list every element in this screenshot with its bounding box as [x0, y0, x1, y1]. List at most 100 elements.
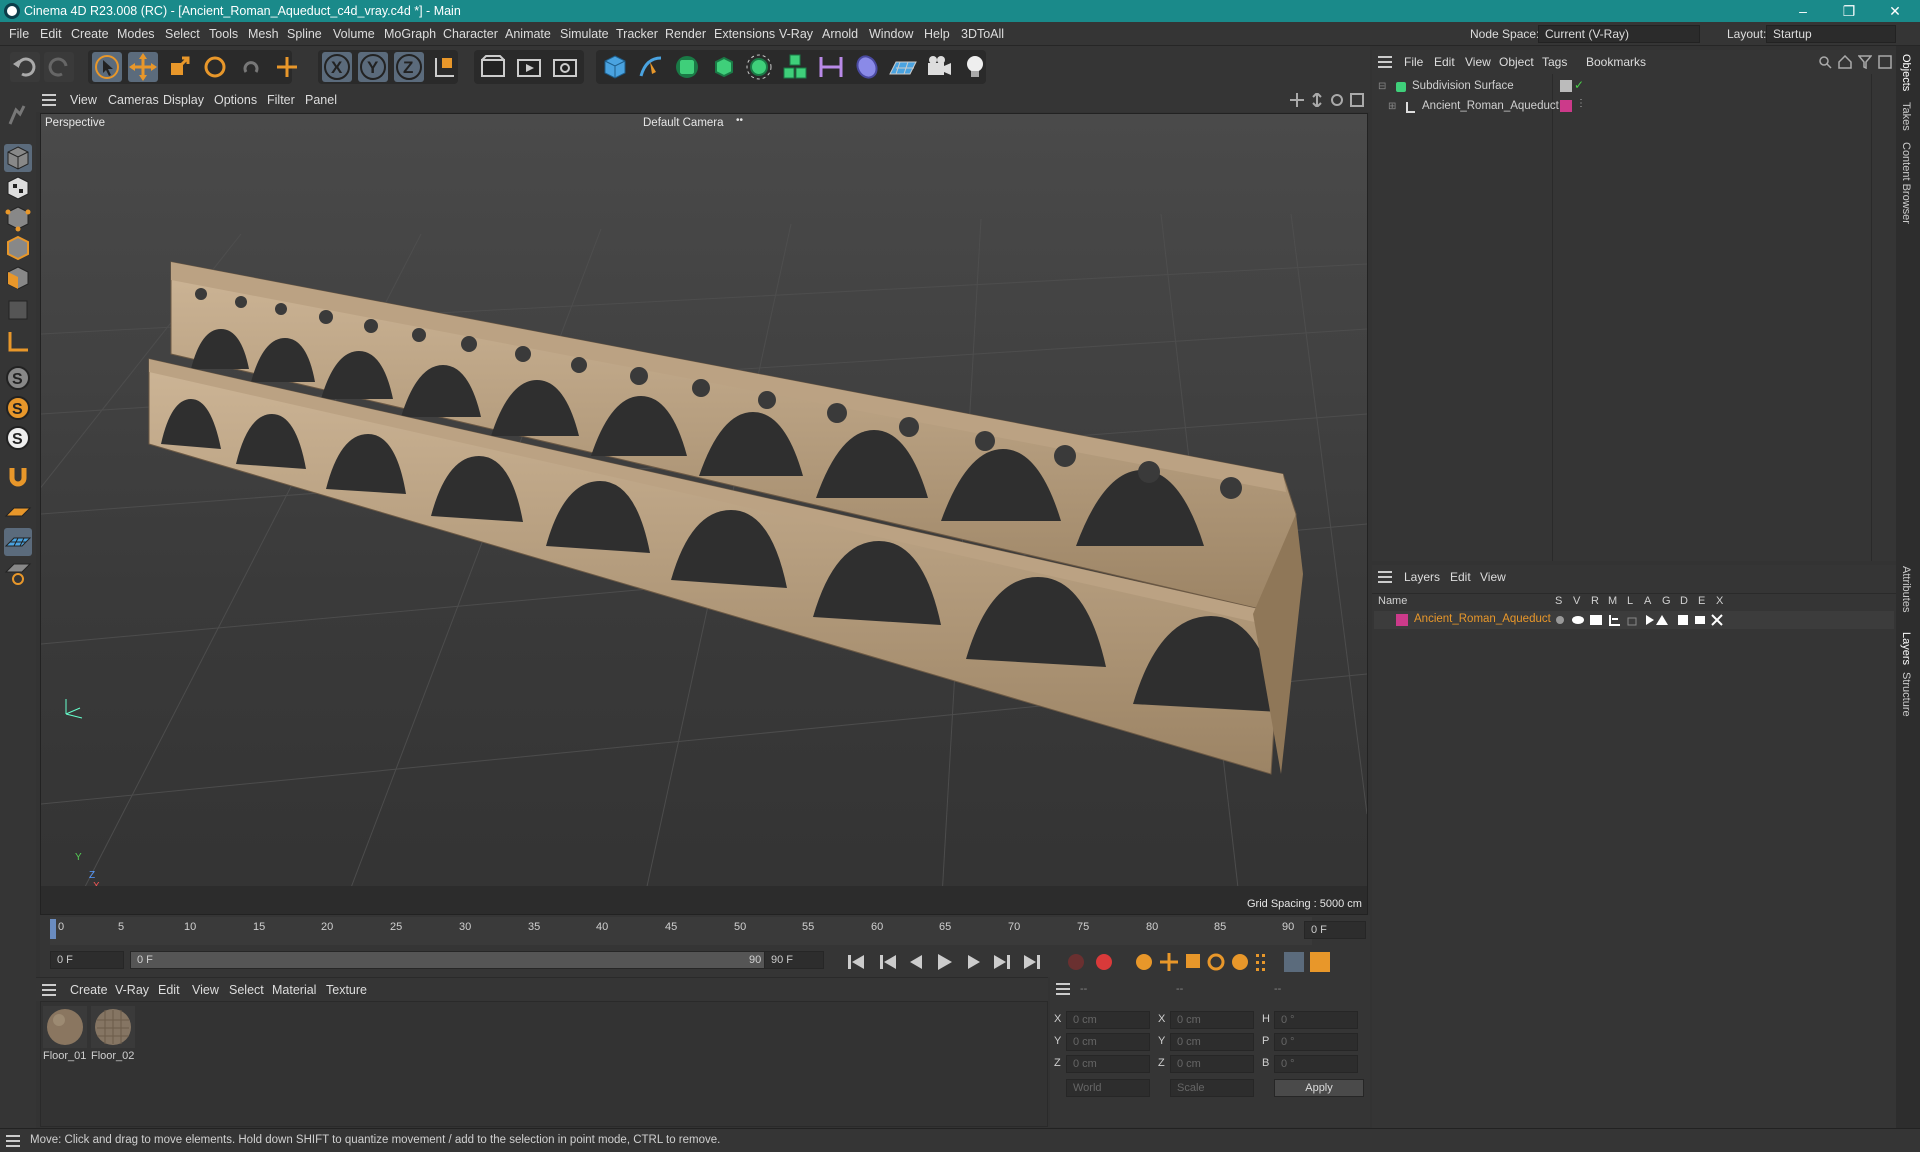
menu-create[interactable]: Create [71, 27, 109, 41]
rotation-p-field[interactable]: 0 ° [1274, 1033, 1358, 1051]
objects-menu-tags[interactable]: Tags [1542, 55, 1567, 69]
layers-menu-edit[interactable]: Edit [1450, 570, 1471, 584]
scale-key-icon[interactable] [1186, 954, 1200, 968]
field-icon[interactable] [852, 52, 882, 82]
undo-icon[interactable] [10, 52, 40, 82]
rotation-b-field[interactable]: 0 ° [1274, 1055, 1358, 1073]
rotate-tool-icon[interactable] [200, 52, 230, 82]
x-axis-icon[interactable]: X [322, 52, 352, 82]
objects-menu-view[interactable]: View [1465, 55, 1491, 69]
status-hamburger-icon[interactable] [6, 1135, 20, 1150]
size-mode-dropdown[interactable]: Scale [1170, 1079, 1254, 1097]
solo-icon[interactable]: S [4, 364, 32, 392]
pen-spline-icon[interactable] [636, 52, 666, 82]
objects-menu-object[interactable]: Object [1499, 55, 1534, 69]
flag-locked[interactable]: L [1627, 595, 1633, 607]
select-tool-icon[interactable] [92, 52, 122, 82]
record-icon[interactable] [1068, 954, 1084, 970]
menu-edit[interactable]: Edit [40, 27, 62, 41]
layers-hamburger-icon[interactable] [1378, 571, 1392, 586]
previous-frame-icon[interactable] [910, 955, 922, 969]
planar-workplane-icon[interactable] [4, 558, 32, 586]
move-tool-icon[interactable] [128, 52, 158, 82]
node-space-dropdown[interactable]: Current (V-Ray) [1538, 25, 1700, 43]
snap-magnet-icon[interactable] [4, 462, 32, 490]
viewport-camera-label[interactable]: Default Camera [643, 117, 724, 129]
deformer-icon[interactable] [816, 52, 846, 82]
y-axis-icon[interactable]: Y [358, 52, 388, 82]
timeline-window-icon[interactable] [1310, 952, 1330, 972]
tab-objects[interactable]: Objects [1900, 54, 1912, 91]
tab-attributes[interactable]: Attributes [1900, 566, 1912, 612]
3d-viewport[interactable]: Perspective Default Camera •• Y Z X Grid… [40, 113, 1368, 915]
material-menu-texture[interactable]: Texture [326, 983, 367, 997]
viewport-hamburger-icon[interactable] [42, 94, 56, 109]
coords-hamburger-icon[interactable] [1056, 983, 1070, 998]
material-menu-create[interactable]: Create [70, 983, 108, 997]
viewport-pan-icon[interactable] [1290, 93, 1304, 110]
layer-color-swatch[interactable] [1396, 614, 1408, 626]
next-frame-icon[interactable] [968, 955, 980, 969]
flag-animation[interactable]: A [1644, 595, 1651, 607]
viewport-rotate-icon[interactable] [1330, 93, 1344, 110]
point-level-animation-icon[interactable] [1256, 954, 1265, 971]
flag-xrefs[interactable]: X [1716, 595, 1723, 607]
menu-help[interactable]: Help [924, 27, 950, 41]
go-to-start-icon[interactable] [848, 955, 864, 969]
menu-spline[interactable]: Spline [287, 27, 322, 41]
motion-system-icon[interactable] [1284, 952, 1304, 972]
object-row[interactable]: ⊞ Ancient_Roman_Aqueduct ⋮ [1376, 98, 1896, 116]
menu-3dtoall[interactable]: 3DToAll [961, 27, 1004, 41]
layers-menu-view[interactable]: View [1480, 570, 1506, 584]
flag-solo[interactable]: S [1555, 595, 1562, 607]
layers-menu-layers[interactable]: Layers [1404, 570, 1440, 584]
viewport-menu-options[interactable]: Options [214, 93, 257, 107]
menu-character[interactable]: Character [443, 27, 498, 41]
enabled-check-icon[interactable]: ✓ [1574, 78, 1584, 92]
objects-menu-bookmarks[interactable]: Bookmarks [1586, 55, 1646, 69]
material-item[interactable]: Floor_02 [91, 1006, 135, 1064]
size-x-field[interactable]: 0 cm [1170, 1011, 1254, 1029]
tab-layers[interactable]: Layers [1900, 632, 1912, 665]
redo-icon[interactable] [44, 52, 74, 82]
object-row[interactable]: ⊟ Subdivision Surface ✓ [1376, 78, 1896, 96]
render-view-icon[interactable] [478, 52, 508, 82]
floor-icon[interactable] [888, 52, 918, 82]
model-mode-icon[interactable] [4, 144, 32, 172]
position-y-field[interactable]: 0 cm [1066, 1033, 1150, 1051]
material-menu-material[interactable]: Material [272, 983, 316, 997]
cube-icon[interactable] [600, 52, 630, 82]
maximize-button[interactable]: ❐ [1826, 0, 1872, 22]
transform-tool-icon[interactable] [272, 52, 302, 82]
render-settings-icon[interactable] [550, 52, 580, 82]
visibility-dots-icon[interactable]: ⋮ [1576, 98, 1586, 109]
mograph-cloner-icon[interactable] [780, 52, 810, 82]
menu-modes[interactable]: Modes [117, 27, 155, 41]
viewport-menu-display[interactable]: Display [163, 93, 204, 107]
menu-arnold[interactable]: Arnold [822, 27, 858, 41]
uv-mode-icon[interactable] [4, 296, 32, 324]
tab-takes[interactable]: Takes [1900, 102, 1912, 131]
keyframe-selection-icon[interactable] [1136, 954, 1152, 970]
menu-window[interactable]: Window [869, 27, 913, 41]
menu-volume[interactable]: Volume [333, 27, 375, 41]
axis-mode-icon[interactable] [4, 328, 32, 356]
rotation-h-field[interactable]: 0 ° [1274, 1011, 1358, 1029]
flag-view[interactable]: V [1573, 595, 1580, 607]
make-editable-icon[interactable] [4, 100, 32, 128]
parameter-key-icon[interactable] [1232, 954, 1248, 970]
objects-filter-icon[interactable] [1857, 55, 1873, 72]
visibility-toggle-icon[interactable] [1560, 80, 1572, 92]
recent-tools-icon[interactable] [236, 52, 266, 82]
material-menu-select[interactable]: Select [229, 983, 264, 997]
menu-animate[interactable]: Animate [505, 27, 551, 41]
cloner-icon[interactable] [744, 52, 774, 82]
end-frame-field[interactable]: 90 F [764, 951, 824, 969]
camera-icon[interactable] [924, 52, 954, 82]
close-button[interactable]: ✕ [1872, 0, 1918, 22]
expand-icon[interactable]: ⊞ [1388, 101, 1396, 112]
frame-range-slider[interactable]: 0 F 90 F [130, 951, 780, 969]
tab-content-browser[interactable]: Content Browser [1900, 142, 1912, 224]
tab-structure[interactable]: Structure [1900, 672, 1912, 717]
material-hamburger-icon[interactable] [42, 984, 56, 999]
